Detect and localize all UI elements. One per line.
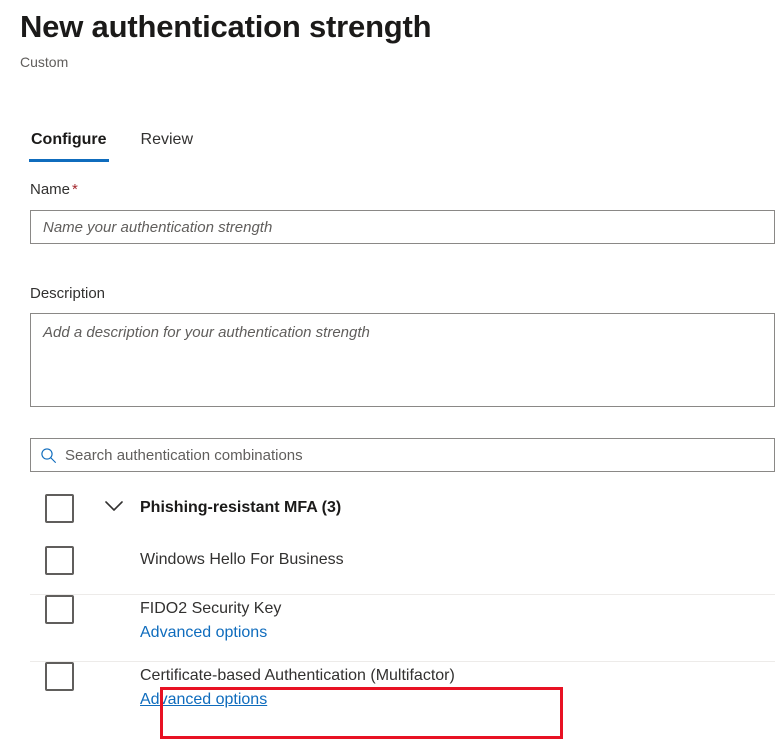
chevron-spacer [88, 546, 140, 552]
search-icon [31, 447, 65, 464]
search-box[interactable] [30, 438, 775, 472]
group-label-cell: Phishing-resistant MFA (3) [140, 494, 775, 519]
list-row-group-header[interactable]: Phishing-resistant MFA (3) [30, 494, 775, 546]
name-label: Name* [30, 180, 78, 200]
item-label-cell: Windows Hello For Business [140, 546, 775, 571]
required-asterisk: * [72, 181, 78, 198]
tab-configure-label: Configure [31, 131, 107, 148]
item-label-cell: FIDO2 Security Key Advanced options [140, 595, 775, 644]
tab-review[interactable]: Review [139, 125, 195, 162]
chevron-down-icon[interactable] [88, 494, 140, 513]
tab-review-label: Review [141, 131, 193, 148]
group-label: Phishing-resistant MFA (3) [140, 497, 775, 519]
page-header: New authentication strength Custom [20, 8, 760, 72]
chevron-spacer [88, 595, 140, 601]
advanced-options-link-fido2[interactable]: Advanced options [140, 622, 267, 644]
advanced-options-link-certificate-based[interactable]: Advanced options [140, 689, 267, 711]
checkbox-windows-hello-for-business[interactable] [45, 546, 74, 575]
checkbox-phishing-resistant-mfa[interactable] [45, 494, 74, 523]
list-row-certificate-based-authentication[interactable]: Certificate-based Authentication (Multif… [30, 661, 775, 728]
description-label: Description [30, 284, 105, 304]
tab-configure[interactable]: Configure [29, 125, 109, 162]
checkbox-cell [30, 546, 88, 575]
name-label-text: Name [30, 181, 70, 198]
item-label: FIDO2 Security Key [140, 598, 775, 620]
tab-list: Configure Review [29, 125, 195, 162]
page-subtitle: Custom [20, 52, 760, 72]
item-label-cell: Certificate-based Authentication (Multif… [140, 662, 775, 711]
checkbox-certificate-based-authentication[interactable] [45, 662, 74, 691]
checkbox-cell [30, 662, 88, 691]
checkbox-cell [30, 595, 88, 624]
page-title: New authentication strength [20, 8, 760, 46]
item-label: Certificate-based Authentication (Multif… [140, 665, 775, 687]
authentication-combinations-list: Phishing-resistant MFA (3) Windows Hello… [30, 494, 775, 728]
chevron-spacer [88, 662, 140, 668]
checkbox-fido2-security-key[interactable] [45, 595, 74, 624]
description-input[interactable] [30, 313, 775, 407]
item-label: Windows Hello For Business [140, 549, 775, 571]
list-row-windows-hello-for-business[interactable]: Windows Hello For Business [30, 546, 775, 594]
search-input[interactable] [65, 439, 774, 471]
checkbox-cell [30, 494, 88, 523]
list-row-fido2-security-key[interactable]: FIDO2 Security Key Advanced options [30, 594, 775, 661]
name-input[interactable] [30, 210, 775, 244]
